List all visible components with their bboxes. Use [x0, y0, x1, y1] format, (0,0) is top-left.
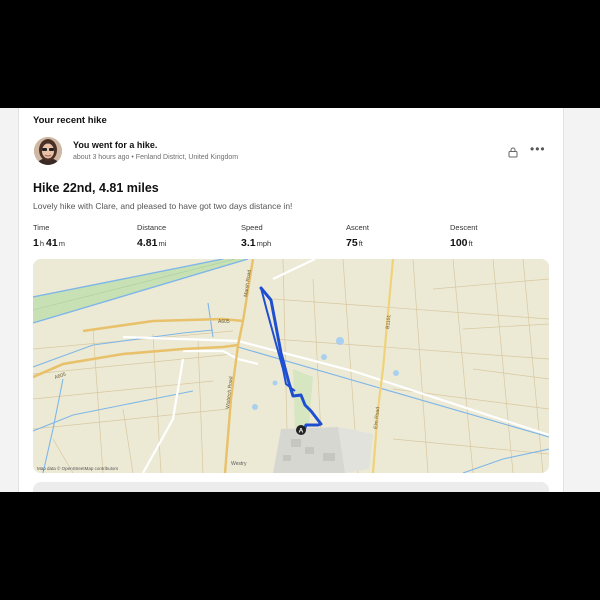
stat-label: Time [33, 223, 50, 232]
stat-value: 1h 41m [33, 237, 65, 249]
map-urban-area [273, 427, 373, 473]
recent-hike-card: Your recent hike You went for a hike. ab… [18, 108, 564, 492]
stat-label: Distance [137, 223, 167, 232]
stat-value: 100ft [450, 237, 478, 249]
descent-value: 100 [450, 237, 468, 249]
speed-value: 3.1 [241, 237, 256, 249]
stat-value: 4.81mi [137, 237, 166, 249]
activity-headline: You went for a hike. [73, 140, 158, 150]
distance-value: 4.81 [137, 237, 158, 249]
stat-speed: Speed 3.1mph [241, 223, 271, 249]
svg-text:A: A [299, 428, 304, 435]
route-map[interactable]: A A605 A605 Marsh Road Wisbech Road Elm … [33, 259, 549, 473]
time-hours: 1 [33, 237, 39, 249]
time-minutes-unit: m [58, 239, 65, 248]
stat-time: Time 1h 41m [33, 223, 65, 249]
stat-label: Descent [450, 223, 478, 232]
time-minutes: 41 [46, 237, 58, 249]
hike-title[interactable]: Hike 22nd, 4.81 miles [33, 181, 159, 195]
ascent-unit: ft [358, 239, 363, 248]
map-credit[interactable]: Map data © OpenStreetMap contributors [37, 466, 118, 471]
stat-label: Speed [241, 223, 263, 232]
descent-unit: ft [468, 239, 473, 248]
distance-unit: mi [158, 239, 167, 248]
place-label-westry: Westry [231, 461, 247, 467]
ascent-value: 75 [346, 237, 358, 249]
stat-descent: Descent 100ft [450, 223, 478, 249]
avatar[interactable] [34, 137, 62, 165]
activity-meta: about 3 hours ago • Fenland District, Un… [73, 154, 238, 161]
activity-header: You went for a hike. about 3 hours ago •… [73, 140, 238, 161]
stat-ascent: Ascent 75ft [346, 223, 369, 249]
stats-row: Time 1h 41m Distance 4.81mi Speed 3.1mph … [33, 223, 513, 251]
lock-icon[interactable] [507, 145, 519, 158]
stat-value: 3.1mph [241, 237, 271, 249]
start-marker[interactable]: A [296, 425, 306, 435]
stat-distance: Distance 4.81mi [137, 223, 166, 249]
stat-label: Ascent [346, 223, 369, 232]
hike-description: Lovely hike with Clare, and pleased to h… [33, 201, 293, 211]
section-title: Your recent hike [33, 115, 107, 126]
meta-separator: • [131, 154, 134, 161]
activity-location[interactable]: Fenland District, United Kingdom [136, 154, 238, 161]
time-hours-unit: h [39, 239, 45, 248]
next-card-preview [33, 482, 549, 492]
speed-unit: mph [256, 239, 272, 248]
time-ago: about 3 hours ago [73, 154, 130, 161]
road-label-a605: A605 [218, 319, 230, 325]
stat-value: 75ft [346, 237, 369, 249]
screen: Your recent hike You went for a hike. ab… [0, 108, 600, 492]
more-options-icon[interactable]: ••• [530, 143, 546, 155]
